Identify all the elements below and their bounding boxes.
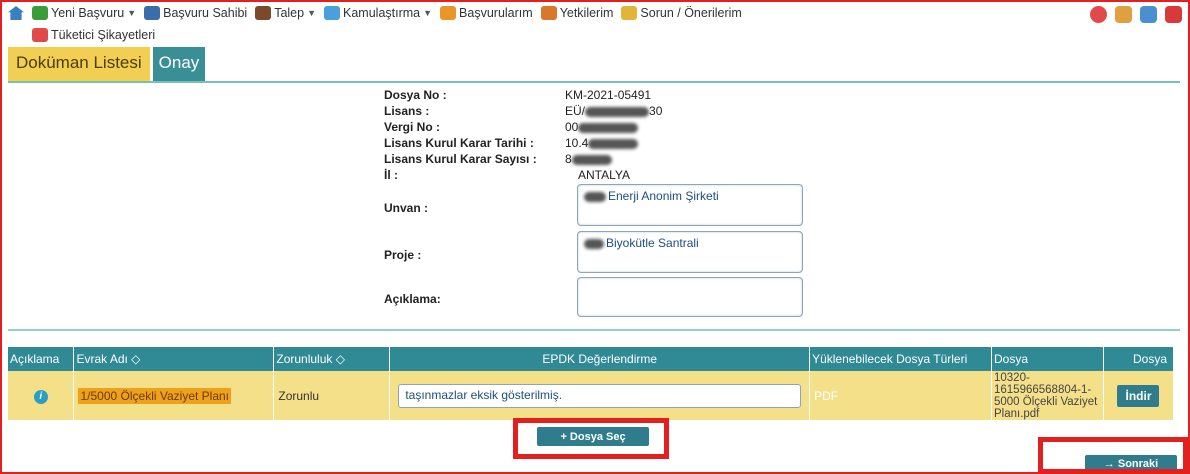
chat-icon <box>621 6 638 20</box>
nav-label: Yeni Başvuru <box>51 6 125 20</box>
nav-label: Başvuru Sahibi <box>163 6 248 20</box>
proje-field[interactable]: Biyokütle Santrali <box>577 231 803 273</box>
tabs: Doküman Listesi Onay <box>8 47 206 81</box>
file-type-value: PDF <box>809 371 992 420</box>
nav-item-globe[interactable]: Kamulaştırma ▼ <box>324 6 432 20</box>
chevron-down-icon: ▼ <box>423 8 433 18</box>
unvan-field[interactable]: Enerji Anonim Şirketi <box>577 184 803 226</box>
info-icon[interactable]: i <box>33 389 48 404</box>
permissions-icon <box>540 6 557 20</box>
th-dosya-turleri: Yüklenebilecek Dosya Türleri <box>809 347 992 371</box>
lisans-value-prefix: EÜ/ <box>565 104 586 118</box>
redacted-blur <box>585 106 650 117</box>
complaint-icon <box>32 28 48 42</box>
il-value: ANTALYA <box>578 168 631 182</box>
th-evrak-adi[interactable]: Evrak Adı ◇ <box>73 347 275 371</box>
lisans-label: Lisans : <box>384 104 430 118</box>
nav-label: Kamulaştırma <box>343 6 421 20</box>
help-icon[interactable] <box>1140 6 1157 23</box>
file-name[interactable]: 10320-1615966568804-1-5000 Ölçekli Vaziy… <box>991 371 1104 420</box>
unvan-value: Enerji Anonim Şirketi <box>608 189 719 203</box>
table-header: Açıklama Evrak Adı ◇ Zorunluluk ◇ EPDK D… <box>8 347 1175 371</box>
highlight-box-next <box>1038 437 1188 474</box>
nav-label: Talep <box>274 6 305 20</box>
users-icon <box>144 6 161 20</box>
nav-label: Tüketici Şikayetleri <box>51 28 156 42</box>
home-icon[interactable] <box>8 6 24 20</box>
proje-value: Biyokütle Santrali <box>606 236 699 250</box>
nav-item-complaint[interactable]: Tüketici Şikayetleri <box>32 28 155 42</box>
tab-approve[interactable]: Onay <box>152 47 206 81</box>
dosya-no-value: KM-2021-05491 <box>565 88 652 102</box>
th-aciklama[interactable]: Açıklama <box>8 347 75 371</box>
nav-item-folder[interactable]: Başvurularım <box>440 6 533 20</box>
nav-label: Sorun / Önerilerim <box>640 6 742 20</box>
sayi-value-prefix: 8 <box>565 152 572 166</box>
nav-label: Başvurularım <box>459 6 533 20</box>
tarih-label: Lisans Kurul Karar Tarihi : <box>384 136 534 150</box>
section-divider <box>8 329 1180 331</box>
nav-item-users[interactable]: Başvuru Sahibi <box>144 6 247 20</box>
redacted-blur <box>588 138 639 149</box>
logout-icon[interactable] <box>1165 6 1182 23</box>
tarih-value-prefix: 10.4 <box>565 136 589 150</box>
aciklama-field[interactable] <box>577 277 803 317</box>
nav-row-2: Tüketici Şikayetleri <box>32 28 163 42</box>
vergi-label: Vergi No : <box>384 120 441 134</box>
zorunluluk-value: Zorunlu <box>273 371 391 420</box>
table-row: i 1/5000 Ölçekli Vaziyet Planı Zorunlu t… <box>8 371 1175 420</box>
download-button[interactable]: İndir <box>1117 384 1160 407</box>
top-right-icons <box>1090 6 1182 23</box>
sayi-label: Lisans Kurul Karar Sayısı : <box>384 152 537 166</box>
user-icon[interactable] <box>1115 6 1132 23</box>
redacted-blur <box>584 238 604 249</box>
chevron-down-icon: ▼ <box>307 8 317 18</box>
evrak-name: 1/5000 Ölçekli Vaziyet Planı <box>78 387 232 404</box>
th-epdk: EPDK Değerlendirme <box>389 347 811 371</box>
highlight-box-select-file <box>513 418 669 459</box>
dosya-no-label: Dosya No : <box>384 88 447 102</box>
th-zorunluluk[interactable]: Zorunluluk ◇ <box>273 347 391 371</box>
nav-row-1: Yeni Başvuru ▼ Başvuru Sahibi Talep ▼ Kamulaş… <box>32 6 750 20</box>
nav-item-chat[interactable]: Sorun / Önerilerim <box>621 6 742 20</box>
new-application-icon <box>32 6 48 20</box>
proje-label: Proje : <box>384 248 422 262</box>
redacted-blur <box>578 122 639 133</box>
th-dosya-2: Dosya <box>1103 347 1175 371</box>
request-icon <box>255 6 272 20</box>
il-label: İl : <box>384 168 398 182</box>
th-dosya: Dosya <box>991 347 1104 371</box>
nav-label: Yetkilerim <box>559 6 614 20</box>
aciklama-label: Açıklama: <box>384 292 441 306</box>
nav-item-permissions[interactable]: Yetkilerim <box>540 6 614 20</box>
lisans-value-suffix: 30 <box>649 104 663 118</box>
epdk-evaluation-field[interactable]: taşınmazlar eksik gösterilmiş. <box>398 383 802 408</box>
globe-icon <box>324 6 341 20</box>
tab-underline <box>8 81 1180 83</box>
redacted-blur <box>571 154 612 165</box>
nav-item-new-application[interactable]: Yeni Başvuru ▼ <box>32 6 136 20</box>
notification-icon[interactable] <box>1090 6 1107 23</box>
document-table: Açıklama Evrak Adı ◇ Zorunluluk ◇ EPDK D… <box>8 347 1175 420</box>
nav-item-request[interactable]: Talep ▼ <box>255 6 316 20</box>
redacted-blur <box>584 191 606 202</box>
vergi-value-prefix: 00 <box>565 120 579 134</box>
top-nav: Yeni Başvuru ▼ Başvuru Sahibi Talep ▼ Kamulaş… <box>2 2 1188 46</box>
unvan-label: Unvan : <box>384 201 429 215</box>
chevron-down-icon: ▼ <box>127 8 137 18</box>
folder-icon <box>440 6 457 20</box>
tab-document-list[interactable]: Doküman Listesi <box>8 47 150 81</box>
